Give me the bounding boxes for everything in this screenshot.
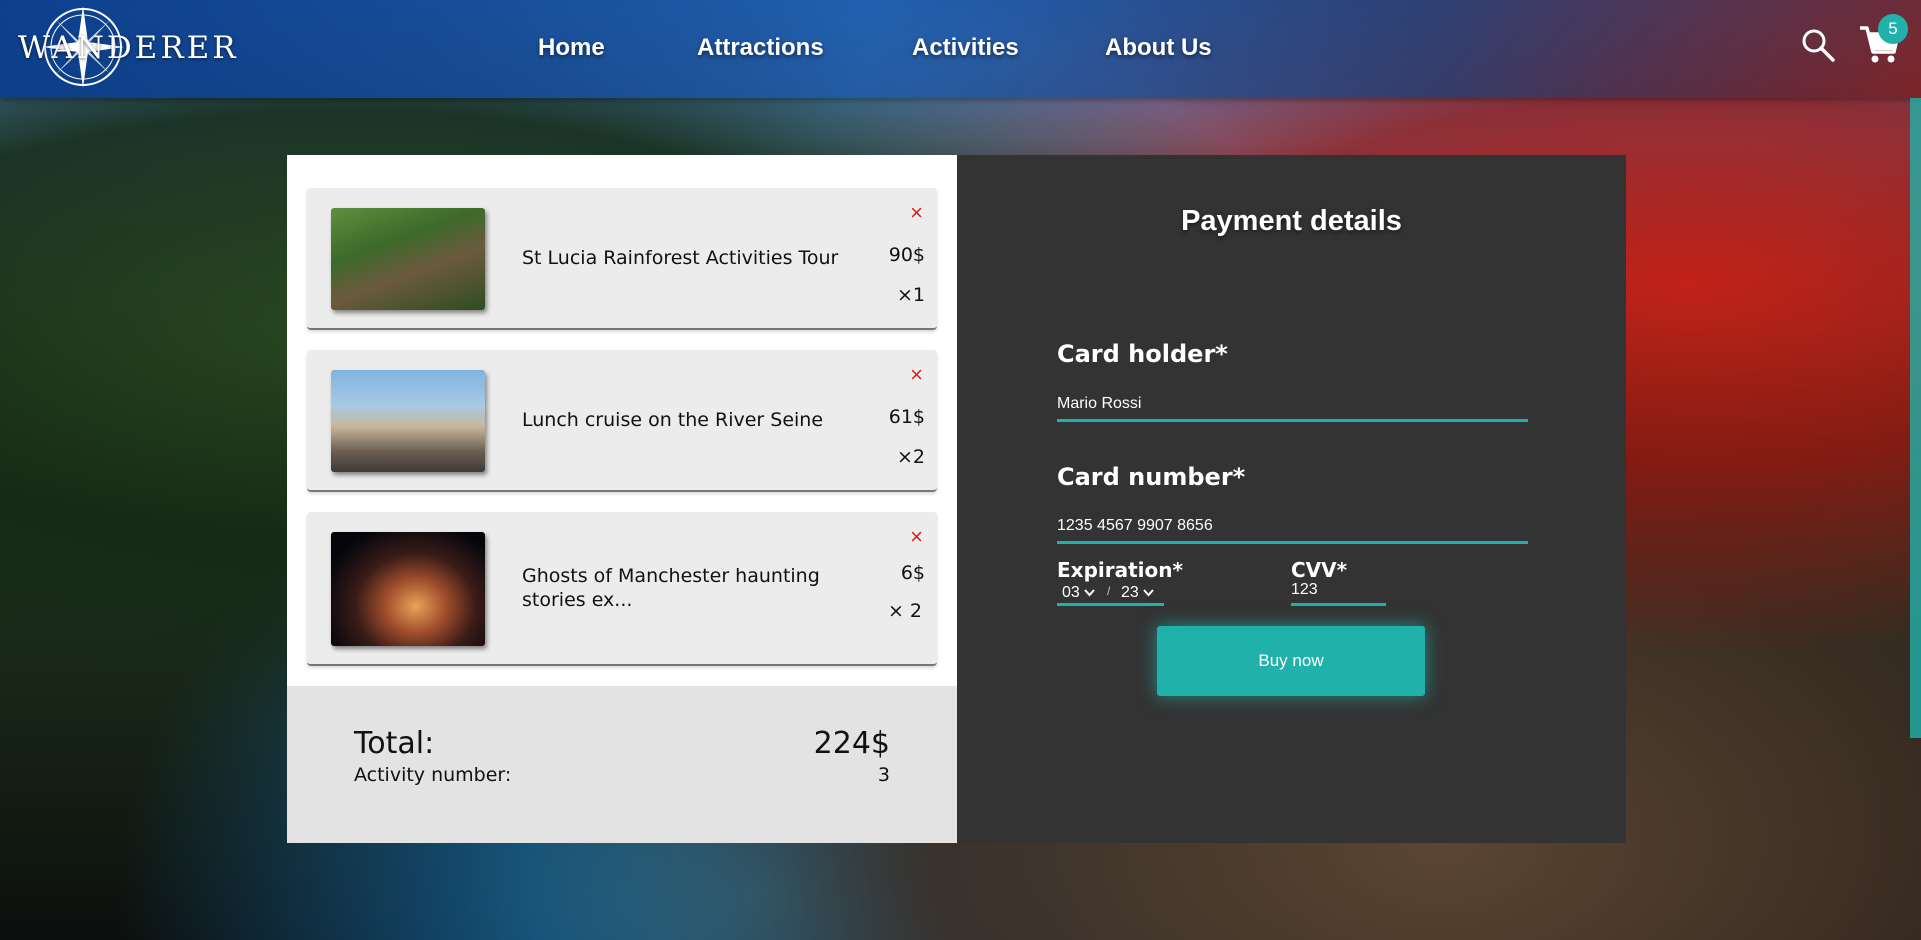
card-holder-input[interactable] [1057, 392, 1528, 422]
close-icon[interactable]: × [910, 526, 923, 548]
cart-summary: Total: 224$ Activity number: 3 [287, 686, 957, 843]
nav-home[interactable]: Home [538, 34, 605, 62]
chevron-down-icon [1143, 589, 1154, 597]
search-icon [1802, 29, 1835, 62]
item-title[interactable]: St Lucia Rainforest Activities Tour [522, 246, 882, 270]
brand-logo[interactable]: WANDERER [18, 4, 236, 90]
scrollbar[interactable] [1910, 98, 1921, 738]
activity-thumbnail[interactable] [331, 370, 485, 472]
search-button[interactable] [1800, 27, 1836, 63]
cart-panel: St Lucia Rainforest Activities Tour × 90… [287, 155, 957, 843]
total-value: 224$ [813, 726, 890, 761]
close-icon[interactable]: × [910, 202, 923, 224]
item-title[interactable]: Ghosts of Manchester haunting stories ex… [522, 564, 882, 612]
buy-now-button[interactable]: Buy now [1157, 626, 1425, 696]
card-holder-label: Card holder* [1057, 340, 1228, 368]
cart-item: Ghosts of Manchester haunting stories ex… [307, 512, 937, 666]
cart-item: St Lucia Rainforest Activities Tour × 90… [307, 188, 937, 330]
cvv-input[interactable] [1291, 581, 1386, 606]
close-icon[interactable]: × [910, 364, 923, 386]
logo-text: WANDERER [18, 30, 239, 66]
cart-count-badge: 5 [1878, 14, 1908, 44]
item-quantity: ×2 [896, 446, 925, 468]
expiration-year-value: 23 [1121, 584, 1139, 601]
expiration-month-value: 03 [1062, 584, 1080, 601]
activity-thumbnail[interactable] [331, 532, 485, 646]
cvv-label: CVV* [1291, 558, 1348, 582]
item-quantity: × 2 [887, 600, 923, 622]
item-price: 90$ [888, 244, 925, 266]
payment-title: Payment details [1181, 205, 1402, 237]
item-title[interactable]: Lunch cruise on the River Seine [522, 408, 882, 432]
expiration-separator: / [1107, 584, 1111, 598]
activity-thumbnail[interactable] [331, 208, 485, 310]
expiration-label: Expiration* [1057, 558, 1183, 582]
expiration-select-group: 03 / 23 [1057, 581, 1164, 606]
chevron-down-icon [1084, 589, 1095, 597]
expiration-month-select[interactable]: 03 [1062, 584, 1095, 602]
nav-activities[interactable]: Activities [912, 34, 1019, 62]
card-number-input[interactable] [1057, 514, 1528, 544]
activity-count-label: Activity number: [354, 764, 512, 786]
nav-about-us[interactable]: About Us [1105, 34, 1212, 62]
nav-attractions[interactable]: Attractions [697, 34, 824, 62]
card-number-label: Card number* [1057, 463, 1246, 491]
cart-item: Lunch cruise on the River Seine × 61$ ×2 [307, 350, 937, 492]
item-price: 61$ [888, 406, 925, 428]
payment-panel: Payment details Card holder* Card number… [957, 155, 1626, 843]
expiration-year-select[interactable]: 23 [1121, 584, 1154, 602]
activity-count-value: 3 [877, 764, 890, 786]
top-navbar: WANDERER Home Attractions Activities Abo… [0, 0, 1921, 98]
total-label: Total: [354, 726, 435, 761]
item-price: 6$ [900, 562, 925, 584]
item-quantity: ×1 [896, 284, 925, 306]
